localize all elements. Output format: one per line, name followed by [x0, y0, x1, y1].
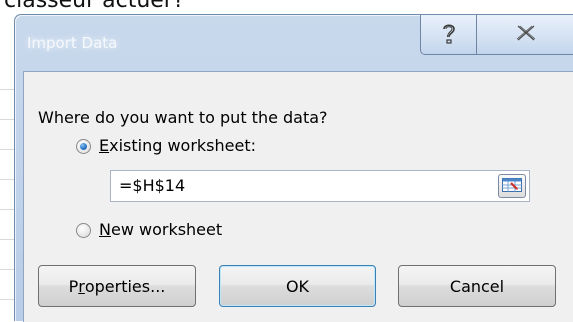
reference-input[interactable]: =$H$14 — [110, 170, 530, 202]
spreadsheet-row-lines — [0, 60, 14, 320]
cancel-button[interactable]: Cancel — [398, 265, 556, 307]
properties-button[interactable]: Pr operties... — [38, 265, 196, 307]
ok-button[interactable]: OK — [219, 265, 376, 307]
new-worksheet-radio[interactable] — [76, 223, 91, 238]
close-x-icon — [515, 24, 537, 46]
range-select-button[interactable] — [498, 174, 526, 198]
new-worksheet-label[interactable]: New worksheet — [99, 220, 222, 239]
help-question-icon — [439, 20, 459, 50]
existing-worksheet-label[interactable]: Existing worksheet: — [99, 136, 256, 155]
dialog-body: Where do you want to put the data? Exist… — [23, 71, 573, 322]
range-select-icon — [502, 177, 522, 196]
dialog-title: Import Data — [27, 34, 118, 52]
help-button[interactable] — [420, 15, 477, 55]
background-page-text: ciasseur actuer? — [4, 0, 185, 13]
prompt-label: Where do you want to put the data? — [38, 108, 328, 127]
existing-worksheet-radio[interactable] — [76, 139, 91, 154]
close-button[interactable] — [477, 15, 573, 55]
import-data-dialog: Import Data Where do you want to put the… — [14, 14, 573, 322]
